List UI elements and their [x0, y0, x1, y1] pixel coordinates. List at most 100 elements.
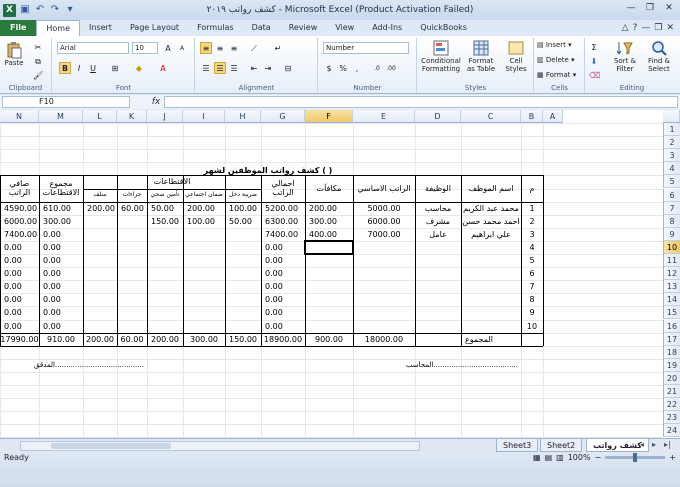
- header-net-salary[interactable]: صافي الراتب: [0, 175, 39, 201]
- row-header[interactable]: 21: [663, 385, 680, 399]
- row-header[interactable]: 11: [663, 254, 680, 268]
- total-advance[interactable]: 200.00: [83, 333, 117, 346]
- bold-button[interactable]: B: [59, 62, 71, 74]
- zoom-level[interactable]: 100%: [568, 453, 591, 462]
- penalties[interactable]: 60.00: [117, 202, 147, 215]
- bonus[interactable]: [305, 254, 353, 267]
- income-tax[interactable]: [225, 280, 261, 293]
- total-deductions[interactable]: 0.00: [39, 267, 83, 280]
- header-gross[interactable]: اجمالي الراتب: [261, 175, 305, 201]
- basic-salary[interactable]: [353, 280, 415, 293]
- column-header[interactable]: I: [183, 110, 225, 123]
- delete-cells-button[interactable]: ▥ Delete ▾: [537, 56, 575, 64]
- health-insurance[interactable]: [147, 254, 183, 267]
- tab-add-ins[interactable]: Add-Ins: [363, 20, 411, 36]
- employee-job[interactable]: [415, 241, 461, 254]
- employee-name[interactable]: [461, 280, 521, 293]
- total-deductions[interactable]: 0.00: [39, 306, 83, 319]
- net-salary[interactable]: 0.00: [0, 293, 39, 306]
- penalties[interactable]: [117, 215, 147, 228]
- basic-salary[interactable]: 5000.00: [353, 202, 415, 215]
- total-deductions[interactable]: 0.00: [39, 293, 83, 306]
- penalties[interactable]: [117, 228, 147, 241]
- column-header[interactable]: J: [147, 110, 183, 123]
- row-header[interactable]: 12: [663, 267, 680, 281]
- row-header[interactable]: 1: [663, 123, 680, 137]
- cut-icon[interactable]: ✂: [32, 41, 44, 53]
- zoom-slider[interactable]: [605, 453, 666, 462]
- tab-review[interactable]: Review: [280, 20, 327, 36]
- workbook-restore-icon[interactable]: ❐: [654, 23, 662, 33]
- find-select-button[interactable]: Find & Select: [642, 39, 676, 73]
- row-header[interactable]: 19: [663, 358, 680, 372]
- zoom-out-icon[interactable]: −: [595, 453, 602, 462]
- view-layout-icon[interactable]: ▤: [545, 453, 553, 462]
- advance[interactable]: [83, 320, 117, 333]
- bonus[interactable]: [305, 306, 353, 319]
- gross-salary[interactable]: 5200.00: [261, 202, 305, 215]
- bonus[interactable]: [305, 320, 353, 333]
- advance[interactable]: [83, 241, 117, 254]
- align-middle-icon[interactable]: ≡: [214, 42, 226, 54]
- decrease-decimal-icon[interactable]: .00: [385, 62, 397, 74]
- header-job[interactable]: الوظيفة: [415, 175, 461, 201]
- total-health-insurance[interactable]: 200.00: [147, 333, 183, 346]
- social-security[interactable]: [183, 267, 225, 280]
- penalties[interactable]: [117, 267, 147, 280]
- penalties[interactable]: [117, 241, 147, 254]
- total-income-tax[interactable]: 150.00: [225, 333, 261, 346]
- decrease-indent-icon[interactable]: ⇤: [248, 62, 260, 74]
- totals-label[interactable]: المجموع: [415, 333, 543, 346]
- number-format-select[interactable]: Number: [323, 42, 409, 54]
- employee-name[interactable]: [461, 254, 521, 267]
- row-header[interactable]: 20: [663, 371, 680, 385]
- header-bonus[interactable]: مكافآت: [305, 175, 353, 201]
- row-header[interactable]: 5: [663, 175, 680, 189]
- header-advance[interactable]: سلف: [83, 189, 117, 202]
- health-insurance[interactable]: [147, 280, 183, 293]
- net-salary[interactable]: 0.00: [0, 267, 39, 280]
- column-header[interactable]: H: [225, 110, 261, 123]
- advance[interactable]: [83, 280, 117, 293]
- currency-icon[interactable]: $: [323, 62, 335, 74]
- select-all-corner[interactable]: [663, 110, 680, 123]
- income-tax[interactable]: [225, 293, 261, 306]
- row-header[interactable]: 9: [663, 227, 680, 241]
- row-header[interactable]: 18: [663, 345, 680, 359]
- total-deductions-sum[interactable]: 910.00: [39, 333, 83, 346]
- health-insurance[interactable]: 50.00: [147, 202, 183, 215]
- total-net-salary[interactable]: 17990.00: [0, 333, 39, 346]
- customize-qat-icon[interactable]: ▾: [64, 4, 76, 16]
- decrease-font-icon[interactable]: A: [176, 42, 188, 54]
- insert-cells-button[interactable]: ▤ Insert ▾: [537, 41, 572, 49]
- employee-job[interactable]: [415, 306, 461, 319]
- row-header[interactable]: 14: [663, 293, 680, 307]
- format-as-table-button[interactable]: Format as Table: [464, 39, 498, 73]
- tab-view[interactable]: View: [326, 20, 363, 36]
- employee-index[interactable]: 2: [521, 215, 543, 228]
- name-box[interactable]: F10: [2, 96, 130, 108]
- social-security[interactable]: [183, 320, 225, 333]
- header-social-security[interactable]: ضمان اجتماعي: [183, 189, 225, 202]
- sheet-nav-prev-icon[interactable]: ◂: [640, 440, 644, 449]
- accountant-signature[interactable]: المحاسب.................................…: [305, 359, 521, 372]
- merge-center-icon[interactable]: ⊟: [282, 62, 294, 74]
- advance[interactable]: 200.00: [83, 202, 117, 215]
- row-header[interactable]: 16: [663, 319, 680, 333]
- underline-button[interactable]: U: [87, 62, 99, 74]
- total-basic[interactable]: 18000.00: [353, 333, 415, 346]
- advance[interactable]: [83, 254, 117, 267]
- tab-data[interactable]: Data: [243, 20, 280, 36]
- employee-job[interactable]: عامل: [415, 228, 461, 241]
- scroll-thumb[interactable]: [51, 443, 171, 449]
- row-header[interactable]: 8: [663, 214, 680, 228]
- clear-icon[interactable]: ⌫: [588, 69, 600, 81]
- social-security[interactable]: 100.00: [183, 215, 225, 228]
- tab-file[interactable]: File: [0, 20, 37, 36]
- column-header[interactable]: B: [521, 110, 543, 123]
- percent-icon[interactable]: %: [337, 62, 349, 74]
- employee-name[interactable]: محمد عبد الكريم: [461, 202, 521, 215]
- column-header[interactable]: L: [83, 110, 117, 123]
- column-header[interactable]: A: [543, 110, 563, 123]
- total-social-security[interactable]: 300.00: [183, 333, 225, 346]
